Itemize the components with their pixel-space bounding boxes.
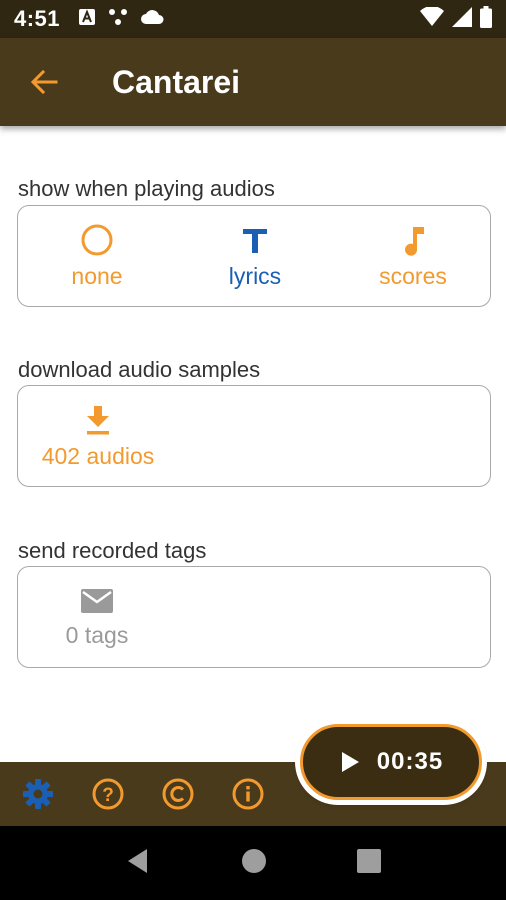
download-icon [87, 405, 109, 434]
option-none-button[interactable]: none [18, 206, 176, 306]
send-tags-button[interactable]: 0 tags [18, 567, 176, 667]
signal-icon [452, 6, 472, 32]
page-title: Cantarei [112, 63, 241, 100]
system-nav-bar [0, 826, 506, 900]
help-icon: ? [92, 778, 124, 810]
download-card: 402 audios [17, 385, 491, 487]
nav-recents-button[interactable] [357, 848, 381, 878]
nav-home-icon [242, 848, 266, 873]
network-nodes-icon [108, 8, 128, 31]
text-icon [243, 228, 267, 253]
help-button[interactable]: ? [84, 770, 132, 818]
battery-icon [480, 5, 492, 33]
nav-recents-icon [357, 848, 381, 873]
settings-icon [23, 779, 53, 809]
tags-card: 0 tags [17, 566, 491, 668]
option-lyrics-label: lyrics [228, 262, 282, 289]
send-tags-label: 0 tags [65, 621, 129, 648]
option-scores-label: scores [379, 262, 447, 289]
player-time: 00:35 [376, 748, 444, 775]
arrow-back-icon [30, 69, 58, 95]
copyright-button[interactable] [154, 770, 202, 818]
nav-back-icon [128, 848, 147, 873]
option-lyrics-button[interactable]: lyrics [176, 206, 334, 306]
option-scores-button[interactable]: scores [334, 206, 492, 306]
download-audios-label: 402 audios [41, 442, 155, 469]
status-bar: 4:51 [0, 0, 506, 38]
notification-a-icon [78, 8, 96, 31]
status-time: 4:51 [14, 6, 61, 31]
audio-player-button[interactable]: 00:35 [300, 724, 482, 800]
wifi-icon [420, 5, 444, 32]
circle-outline-icon [81, 224, 113, 255]
copyright-icon [162, 778, 194, 810]
music-note-icon [405, 226, 424, 256]
app-bar: Cantarei [0, 38, 506, 126]
playback-section-label: show when playing audios [18, 176, 275, 201]
info-icon [232, 778, 264, 810]
nav-back-button[interactable] [125, 847, 151, 880]
playback-options-card: none lyrics scores [17, 205, 491, 307]
nav-home-button[interactable] [241, 848, 267, 879]
tags-section-label: send recorded tags [18, 538, 207, 563]
settings-button[interactable] [14, 770, 62, 818]
svg-text:?: ? [102, 785, 114, 806]
download-audios-button[interactable]: 402 audios [18, 386, 178, 486]
info-button[interactable] [224, 770, 272, 818]
play-icon [341, 752, 359, 772]
back-button[interactable] [16, 54, 72, 110]
download-section-label: download audio samples [18, 357, 261, 382]
mail-icon [81, 588, 113, 613]
option-none-label: none [71, 262, 123, 289]
cloud-icon [140, 9, 164, 30]
